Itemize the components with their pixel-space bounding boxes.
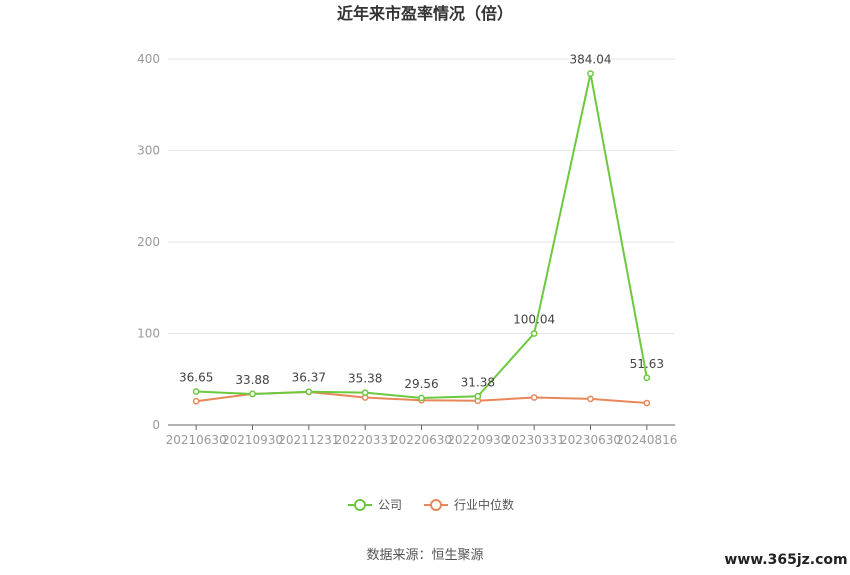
data-label: 36.65 [179, 370, 213, 384]
data-point-0[interactable] [587, 70, 594, 77]
x-tick-label: 20211231 [278, 433, 339, 447]
y-axis-ticks: 0 100 200 300 400 [137, 52, 160, 432]
data-point-0[interactable] [643, 374, 651, 382]
data-label: 51.63 [630, 357, 664, 371]
x-tick-label: 20210930 [222, 433, 283, 447]
x-tick-label: 20210630 [166, 433, 227, 447]
data-point-1[interactable] [587, 395, 594, 403]
data-point-0[interactable] [418, 394, 425, 402]
data-point-0[interactable] [192, 388, 200, 395]
legend-item-0[interactable]: 公司 [348, 498, 402, 512]
data-source: 数据来源：恒生聚源 [366, 548, 483, 563]
x-tick-label: 20220331 [335, 433, 396, 447]
legend-label: 行业中位数 [454, 497, 514, 512]
legend-marker [430, 499, 442, 511]
x-tick-label: 20220930 [447, 433, 508, 447]
data-label: 35.38 [348, 372, 382, 386]
data-point-0[interactable] [249, 390, 256, 398]
y-tick-label: 400 [137, 52, 160, 66]
data-point-0[interactable] [530, 330, 538, 337]
y-tick-label: 0 [152, 418, 160, 432]
x-axis: 2021063020210930202112312022033120220630… [166, 424, 677, 447]
watermark: www.365jz.com [724, 552, 847, 568]
legend[interactable]: 公司 行业中位数 [348, 497, 514, 512]
y-tick-label: 200 [137, 235, 160, 249]
data-label: 31.38 [461, 375, 495, 389]
data-point-1[interactable] [530, 394, 538, 401]
data-label: 100.04 [513, 312, 555, 326]
data-label: 29.56 [404, 377, 438, 391]
series-layer [192, 70, 651, 407]
x-tick-label: 20230331 [504, 433, 565, 447]
x-tick-label: 20230630 [560, 433, 621, 447]
data-label: 33.88 [235, 373, 269, 387]
grid-lines [168, 58, 675, 334]
data-point-0[interactable] [305, 388, 313, 396]
legend-item-1[interactable]: 行业中位数 [424, 497, 514, 512]
series-line-0 [196, 73, 648, 399]
legend-marker [354, 499, 366, 511]
data-label: 36.37 [292, 371, 326, 385]
data-point-0[interactable] [361, 389, 369, 396]
data-point-1[interactable] [192, 397, 200, 405]
data-point-0[interactable] [474, 392, 482, 400]
y-tick-label: 100 [137, 327, 160, 341]
y-tick-label: 300 [137, 144, 160, 158]
x-tick-label: 20240816 [616, 433, 677, 447]
legend-label: 公司 [378, 498, 402, 512]
data-point-1[interactable] [643, 399, 651, 407]
data-labels: 36.65 33.88 36.37 35.38 29.56 31.38 100.04 384.… [179, 53, 664, 391]
data-label: 384.04 [570, 53, 612, 67]
chart-title: 近年来市盈率情况（倍） [337, 4, 513, 23]
pe-ratio-line-chart: 近年来市盈率情况（倍） 0 100 200 300 400 20210630202109… [137, 4, 848, 568]
x-tick-label: 20220630 [391, 433, 452, 447]
